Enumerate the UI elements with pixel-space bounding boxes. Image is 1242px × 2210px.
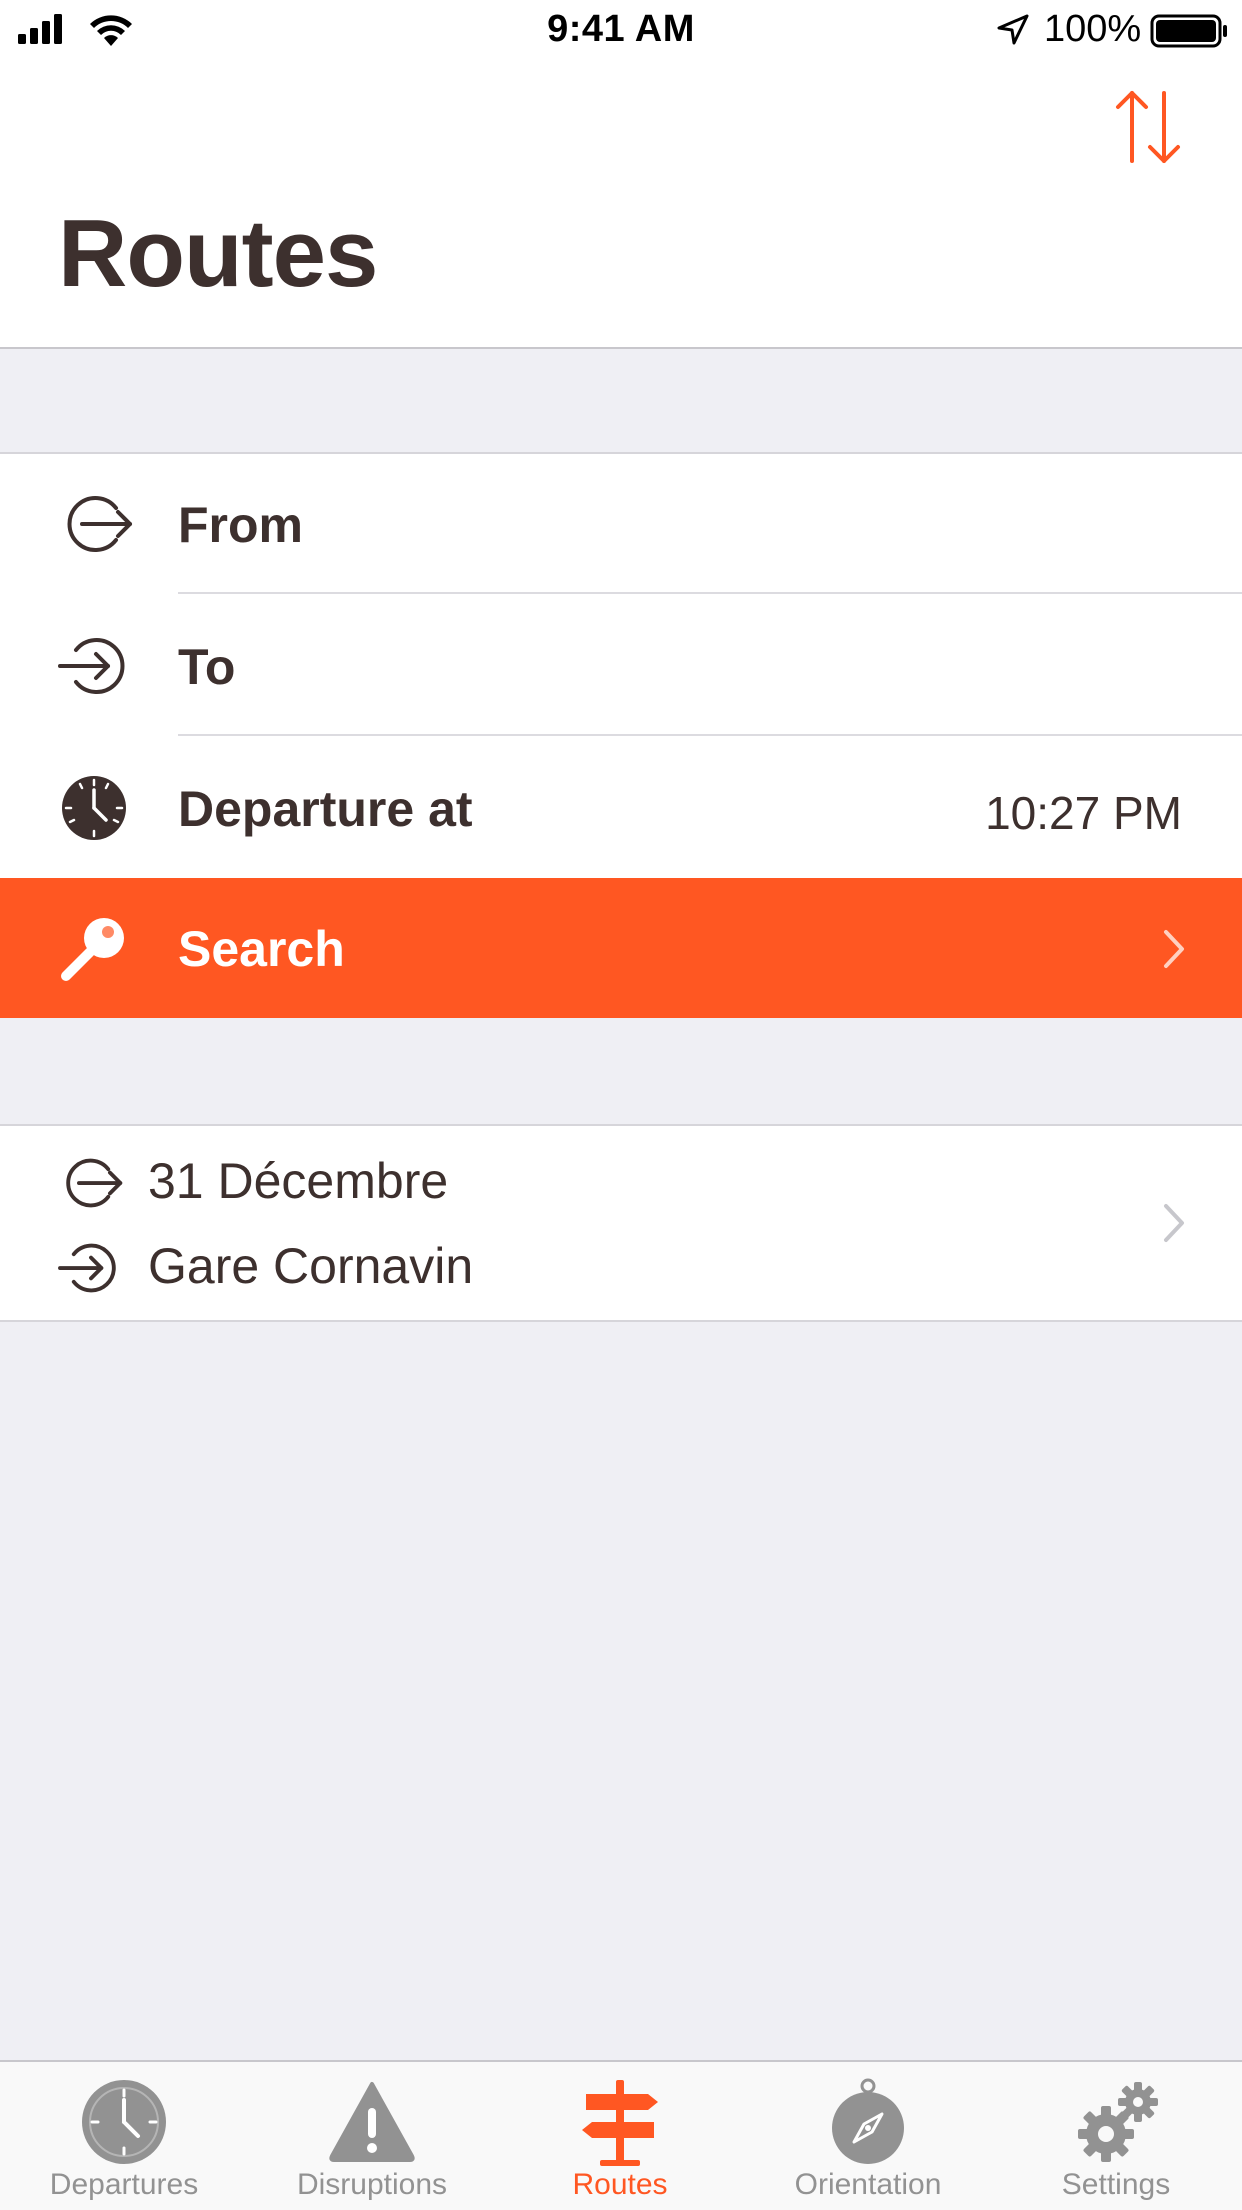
recent-to-text: Gare Cornavin [148,1238,474,1294]
tab-settings[interactable]: Settings [992,2062,1240,2210]
tab-label: Departures [49,2168,199,2201]
tab-label: Routes [572,2168,668,2201]
from-row[interactable]: From [0,454,1242,594]
tab-routes[interactable]: Routes [496,2062,744,2210]
divider [178,592,1242,594]
departure-exit-icon [66,1158,123,1208]
recent-to-line: Gare Cornavin [0,1229,1100,1299]
divider [178,734,1242,736]
recent-route[interactable]: 31 Décembre Gare Cornavin [0,1124,1242,1322]
tab-departures[interactable]: Departures [0,2062,248,2210]
recent-from-text: 31 Décembre [148,1153,449,1209]
arrival-enter-icon [58,1243,116,1293]
location-arrow-icon [997,14,1029,45]
swap-vertical-arrows-icon[interactable] [1112,87,1184,167]
arrival-enter-icon [58,638,125,694]
search-label: Search [178,921,345,977]
to-row[interactable]: To [0,596,1242,736]
magnifier-icon [61,918,124,981]
departure-exit-icon [67,496,132,552]
tab-label: Settings [1061,2168,1171,2201]
recent-from-line: 31 Décembre [0,1144,1100,1214]
departure-label: Departure at [178,781,473,837]
gears-icon [1078,2082,1158,2162]
warning-icon [329,2082,415,2162]
compass-icon [832,2078,904,2164]
tab-disruptions[interactable]: Disruptions [248,2062,496,2210]
to-label: To [178,639,236,695]
tab-bar: Departures Disruptions Routes Orientatio… [0,2060,1242,2210]
battery-percent: 100% [1044,8,1142,50]
tab-orientation[interactable]: Orientation [744,2062,992,2210]
departure-time-value: 10:27 PM [985,787,1182,839]
status-bar: 9:41 AM 100% [0,0,1242,60]
clock-icon [62,776,126,840]
clock-icon [82,2080,166,2164]
page-title: Routes [58,200,378,307]
tab-label: Orientation [794,2168,942,2201]
search-button[interactable]: Search [0,878,1242,1018]
signpost-icon [582,2080,658,2166]
battery-icon [1150,14,1227,48]
route-form: From To Departure at 10:27 PM Search [0,452,1242,1018]
tab-label: Disruptions [296,2168,448,2201]
chevron-right-icon [1164,930,1184,968]
navigation-header: Routes [0,60,1242,349]
chevron-right-icon [1164,1204,1184,1242]
departure-time-row[interactable]: Departure at 10:27 PM [0,738,1242,878]
from-label: From [178,497,303,553]
